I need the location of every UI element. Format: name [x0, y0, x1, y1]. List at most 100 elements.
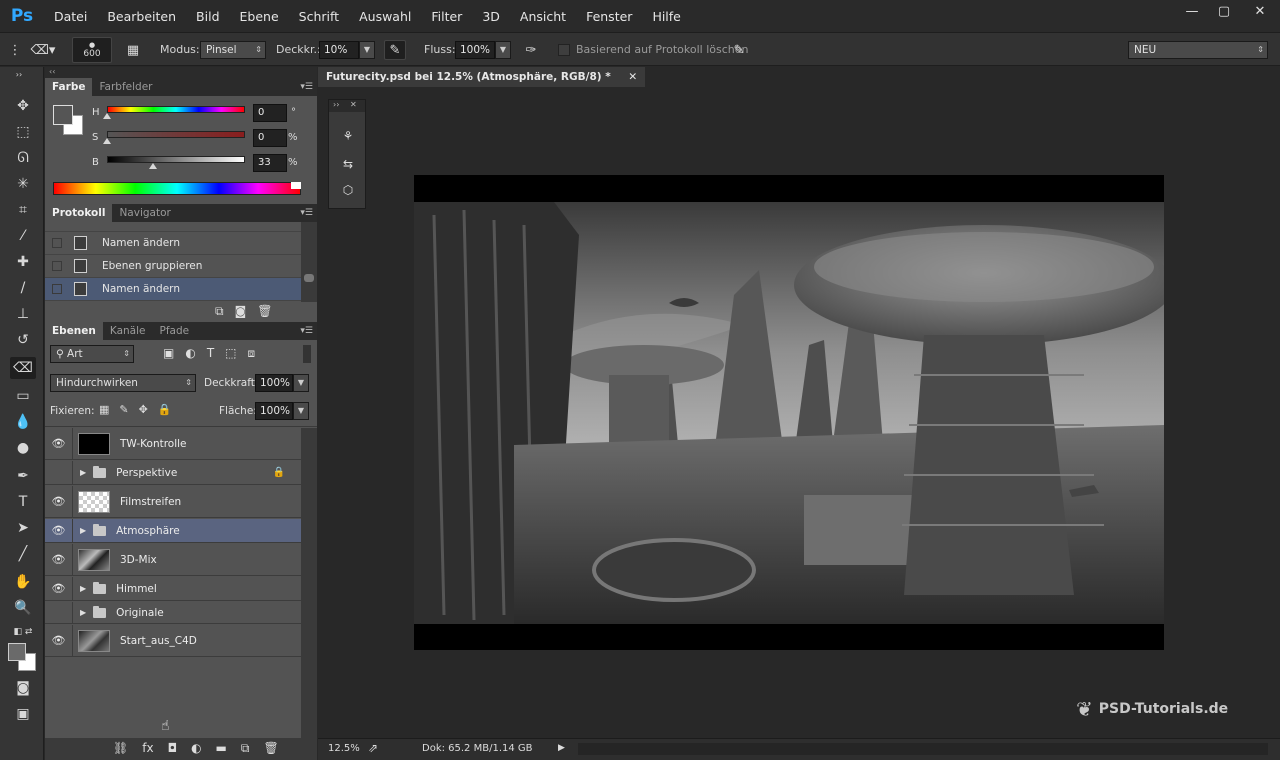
- erase-to-history-checkbox[interactable]: [558, 44, 570, 56]
- tab-protokoll[interactable]: Protokoll: [45, 204, 113, 222]
- tab-farbe[interactable]: Farbe: [45, 78, 93, 96]
- mask-icon[interactable]: ◘: [168, 741, 178, 756]
- tool-presets-icon[interactable]: ⇆: [338, 154, 358, 174]
- collapse-arrows-icon[interactable]: ››: [6, 69, 32, 79]
- pixel-filter-icon[interactable]: ▣: [163, 346, 174, 361]
- eye-icon[interactable]: 👁: [45, 428, 73, 459]
- smart-object-filter-icon[interactable]: ⧈: [248, 346, 256, 361]
- opacity-input[interactable]: 10%: [319, 41, 359, 59]
- history-row[interactable]: Ebenen gruppieren: [45, 255, 301, 278]
- brush-panel-icon[interactable]: ▦: [122, 40, 144, 60]
- blend-mode-select[interactable]: Hindurchwirken ⇕: [50, 374, 196, 392]
- filter-toggle[interactable]: [303, 345, 311, 363]
- tab-farbfelder[interactable]: Farbfelder: [92, 78, 159, 96]
- group-row-selected[interactable]: 👁 ▶ Atmosphäre: [45, 519, 301, 543]
- group-row[interactable]: ▶ Perspektive 🔒: [45, 461, 301, 485]
- brush-presets-icon[interactable]: ⚘: [338, 126, 358, 146]
- dodge-tool-icon[interactable]: ●: [10, 437, 36, 459]
- layer-filter-select[interactable]: ⚲ Art ⇕: [50, 345, 134, 363]
- layer-opacity-input[interactable]: 100%: [255, 374, 293, 392]
- shape-filter-icon[interactable]: ⬚: [225, 346, 236, 361]
- type-filter-icon[interactable]: T: [207, 346, 214, 361]
- expand-triangle-icon[interactable]: ▶: [80, 526, 86, 535]
- layer-opacity-dropdown[interactable]: ▼: [293, 374, 309, 392]
- brightness-slider-thumb[interactable]: [148, 163, 157, 169]
- magic-wand-tool-icon[interactable]: ✳: [10, 173, 36, 195]
- layer-row[interactable]: 👁 TW-Kontrolle: [45, 428, 301, 460]
- brush-tool-icon[interactable]: /: [10, 277, 36, 299]
- fill-dropdown[interactable]: ▼: [293, 402, 309, 420]
- screen-mode-icon[interactable]: ▣: [10, 703, 36, 725]
- adjustment-layer-icon[interactable]: ◐: [191, 741, 201, 756]
- opacity-dropdown[interactable]: ▼: [359, 41, 375, 59]
- trash-icon[interactable]: 🗑: [263, 741, 278, 756]
- horizontal-scrollbar[interactable]: [578, 743, 1268, 755]
- visibility-toggle-off[interactable]: [45, 461, 73, 484]
- eye-icon[interactable]: 👁: [45, 519, 73, 542]
- lasso-tool-icon[interactable]: ᘏ: [10, 147, 36, 169]
- canvas-image[interactable]: [414, 175, 1164, 650]
- workspace-select[interactable]: NEU ⇕: [1128, 41, 1268, 59]
- close-button[interactable]: ✕: [1240, 0, 1280, 22]
- collapse-arrows-icon[interactable]: ‹‹: [45, 67, 317, 78]
- hand-tool-icon[interactable]: ✋: [10, 571, 36, 593]
- fx-icon[interactable]: fx: [142, 741, 153, 756]
- menu-hilfe[interactable]: Hilfe: [642, 0, 690, 32]
- collapse-arrows-icon[interactable]: ››: [333, 100, 339, 109]
- airbrush-icon[interactable]: ✑: [520, 40, 542, 60]
- mode-select[interactable]: Pinsel ⇕: [200, 41, 266, 59]
- menu-ebene[interactable]: Ebene: [230, 0, 289, 32]
- menu-schrift[interactable]: Schrift: [289, 0, 349, 32]
- layer-row[interactable]: 👁 3D-Mix: [45, 544, 301, 576]
- visibility-toggle-off[interactable]: [45, 602, 73, 623]
- eye-icon[interactable]: 👁: [45, 577, 73, 600]
- marquee-tool-icon[interactable]: ⬚: [10, 121, 36, 143]
- history-snapshot-checkbox[interactable]: [52, 284, 62, 294]
- menu-ansicht[interactable]: Ansicht: [510, 0, 576, 32]
- tab-kanaele[interactable]: Kanäle: [103, 322, 153, 340]
- lock-transparency-icon[interactable]: ▦: [99, 403, 109, 416]
- camera-icon[interactable]: ◙: [235, 304, 247, 319]
- eraser-tool-icon[interactable]: ⌫: [10, 357, 36, 379]
- foreground-color-swatch[interactable]: [8, 643, 26, 661]
- panel-menu-icon[interactable]: ▾☰: [300, 326, 313, 336]
- history-row[interactable]: Namen ändern: [45, 232, 301, 255]
- panel-menu-icon[interactable]: ▾☰: [300, 208, 313, 218]
- color-spectrum-ramp[interactable]: [53, 182, 301, 195]
- close-tab-icon[interactable]: ✕: [628, 71, 637, 83]
- canvas-backdrop[interactable]: [318, 87, 1280, 738]
- fill-input[interactable]: 100%: [255, 402, 293, 420]
- new-document-from-state-icon[interactable]: ⧉: [215, 304, 224, 319]
- eye-icon[interactable]: 👁: [45, 544, 73, 575]
- gradient-tool-icon[interactable]: ▭: [10, 385, 36, 407]
- expand-triangle-icon[interactable]: ▶: [80, 468, 86, 477]
- adjustment-filter-icon[interactable]: ◐: [185, 346, 195, 361]
- history-row-selected[interactable]: Namen ändern: [45, 278, 301, 301]
- minimize-button[interactable]: —: [1176, 0, 1208, 22]
- flow-input[interactable]: 100%: [455, 41, 495, 59]
- lock-all-icon[interactable]: 🔒: [158, 403, 172, 416]
- flow-dropdown[interactable]: ▼: [495, 41, 511, 59]
- floating-panel-header[interactable]: ›› ✕: [329, 100, 365, 112]
- crop-tool-icon[interactable]: ⌗: [10, 199, 36, 221]
- trash-icon[interactable]: 🗑: [257, 304, 272, 319]
- expand-triangle-icon[interactable]: ▶: [80, 584, 86, 593]
- status-menu-arrow-icon[interactable]: ▶: [558, 743, 565, 753]
- share-icon[interactable]: ⇗: [368, 741, 378, 755]
- type-tool-icon[interactable]: T: [10, 491, 36, 513]
- tab-pfade[interactable]: Pfade: [153, 322, 197, 340]
- history-brush-tool-icon[interactable]: ↺: [10, 329, 36, 351]
- tab-navigator[interactable]: Navigator: [112, 204, 177, 222]
- line-tool-icon[interactable]: ╱: [10, 543, 36, 565]
- zoom-tool-icon[interactable]: 🔍: [10, 597, 36, 619]
- lock-pixels-icon[interactable]: ✎: [119, 403, 128, 416]
- menu-bild[interactable]: Bild: [186, 0, 229, 32]
- scrollbar-thumb[interactable]: [304, 274, 314, 282]
- pressure-size-icon[interactable]: ✎: [728, 40, 750, 60]
- document-tab[interactable]: Futurecity.psd bei 12.5% (Atmosphäre, RG…: [318, 67, 646, 87]
- 3d-panel-icon[interactable]: ⬡: [338, 180, 358, 200]
- maximize-button[interactable]: ▢: [1208, 0, 1240, 22]
- white-swatch[interactable]: [291, 182, 301, 189]
- s-value-input[interactable]: 0: [253, 129, 287, 147]
- menu-auswahl[interactable]: Auswahl: [349, 0, 421, 32]
